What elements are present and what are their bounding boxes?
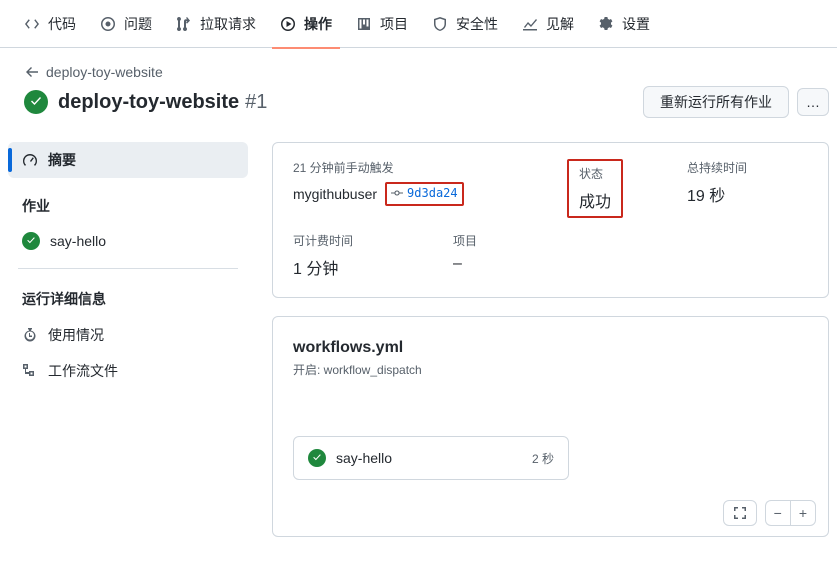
sidebar-item-usage[interactable]: 使用情况 [8,317,248,353]
play-icon [280,16,296,32]
code-icon [24,16,40,32]
tab-insights-label: 见解 [546,14,574,34]
tab-pulls[interactable]: 拉取请求 [168,0,264,48]
sidebar-item-job-say-hello[interactable]: say-hello [8,224,248,258]
repo-tabnav: 代码 问题 拉取请求 操作 项目 安全性 见解 设置 [0,0,837,48]
tab-settings-label: 设置 [622,14,650,34]
stopwatch-icon [22,327,38,343]
actor-name[interactable]: mygithubuser [293,186,377,202]
tab-code[interactable]: 代码 [16,0,84,48]
tab-actions[interactable]: 操作 [272,0,340,48]
triggered-text: 21 分钟前手动触发 [293,159,503,176]
tab-security-label: 安全性 [456,14,498,34]
commit-link[interactable]: 9d3da24 [391,186,458,200]
duration-label: 总持续时间 [687,159,747,176]
tab-pulls-label: 拉取请求 [200,14,256,34]
kebab-menu-button[interactable]: … [797,88,829,116]
sidebar-item-label: say-hello [50,233,106,249]
status-value: 成功 [579,188,611,212]
breadcrumb[interactable]: deploy-toy-website [24,64,829,80]
tab-issues-label: 问题 [124,14,152,34]
run-number: #1 [245,91,267,114]
job-node-name: say-hello [336,450,392,466]
project-icon [356,16,372,32]
git-commit-icon [391,187,403,199]
rerun-all-button[interactable]: 重新运行所有作业 [643,86,789,118]
sidebar-item-workflow-file[interactable]: 工作流文件 [8,353,248,389]
sidebar-item-label: 使用情况 [48,325,104,345]
workflow-icon [22,363,38,379]
tab-issues[interactable]: 问题 [92,0,160,48]
run-summary-card: 21 分钟前手动触发 mygithubuser 9d3da24 状态 [272,142,829,298]
shield-icon [432,16,448,32]
sidebar-item-label: 工作流文件 [48,361,118,381]
meter-icon [22,152,38,168]
billable-value: 1 分钟 [293,255,389,279]
job-node-duration: 2 秒 [532,450,554,467]
sidebar-heading-details: 运行详细信息 [8,271,248,317]
sidebar-item-label: 摘要 [48,150,76,170]
graph-icon [522,16,538,32]
graph-zoom-controls: − + [723,500,816,526]
zoom-in-button[interactable]: + [790,500,816,526]
workflow-trigger: 开启: workflow_dispatch [293,361,808,378]
tab-settings[interactable]: 设置 [590,0,658,48]
sidebar-heading-jobs: 作业 [8,178,248,224]
git-pull-request-icon [176,16,192,32]
page-title: deploy-toy-website #1 [58,91,267,114]
workflow-on-prefix: 开启: [293,363,324,377]
run-header: deploy-toy-website deploy-toy-website #1… [0,48,837,142]
run-sidebar: 摘要 作业 say-hello 运行详细信息 使用情况 工作流文件 [0,142,248,537]
billable-label: 可计费时间 [293,232,389,249]
arrow-left-icon [24,64,40,80]
job-node-say-hello[interactable]: say-hello 2 秒 [293,436,569,480]
status-label: 状态 [579,165,611,182]
sidebar-separator [18,268,238,269]
zoom-out-button[interactable]: − [765,500,790,526]
fullscreen-button[interactable] [723,500,757,526]
tab-code-label: 代码 [48,14,76,34]
gear-icon [598,16,614,32]
tab-insights[interactable]: 见解 [514,0,582,48]
workflow-file-name: workflows.yml [293,339,808,357]
issue-icon [100,16,116,32]
sidebar-item-summary[interactable]: 摘要 [8,142,248,178]
commit-sha: 9d3da24 [407,186,458,200]
tab-projects-label: 项目 [380,14,408,34]
check-circle-icon [22,232,40,250]
tab-projects[interactable]: 项目 [348,0,416,48]
artifacts-value: – [453,255,477,273]
artifacts-label: 项目 [453,232,477,249]
breadcrumb-parent: deploy-toy-website [46,64,163,80]
tab-actions-label: 操作 [304,14,332,34]
kebab-icon: … [806,94,820,110]
check-circle-icon [308,449,326,467]
workflow-name: deploy-toy-website [58,91,239,114]
run-status-icon [24,90,48,114]
run-main: 21 分钟前手动触发 mygithubuser 9d3da24 状态 [272,142,829,537]
workflow-on-value: workflow_dispatch [324,363,422,377]
duration-value: 19 秒 [687,182,747,206]
tab-security[interactable]: 安全性 [424,0,506,48]
workflow-graph-card: workflows.yml 开启: workflow_dispatch say-… [272,316,829,537]
screen-full-icon [732,505,748,521]
